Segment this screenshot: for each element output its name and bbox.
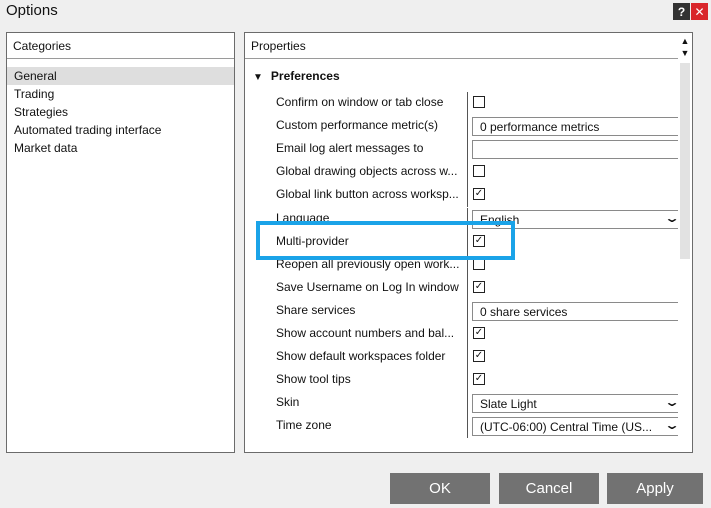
property-row[interactable]: Global link button across worksp... ✓ (245, 184, 678, 208)
property-row[interactable]: Show default workspaces folder ✓ (245, 346, 678, 370)
property-row[interactable]: Reopen all previously open work... (245, 253, 678, 277)
section-label: Preferences (270, 69, 340, 83)
property-label: Share services (276, 302, 356, 317)
property-checkbox[interactable] (473, 96, 485, 108)
property-label: Email log alert messages to (276, 141, 424, 156)
property-checkbox[interactable]: ✓ (473, 188, 485, 201)
property-label: Language (276, 210, 330, 225)
property-label: Global link button across worksp... (276, 187, 459, 202)
title-bar: Options ? ✕ (0, 0, 711, 23)
section-preferences[interactable]: ▼ Preferences (253, 69, 340, 83)
column-divider[interactable] (467, 138, 468, 162)
cancel-button[interactable]: Cancel (499, 473, 599, 504)
property-row[interactable]: Skin Slate Light ⌄ (245, 392, 678, 416)
column-divider[interactable] (467, 346, 468, 370)
property-checkbox[interactable]: ✓ (473, 280, 485, 293)
property-row[interactable]: Custom performance metric(s) 0 performanc… (245, 115, 678, 139)
column-divider[interactable] (467, 207, 468, 231)
categories-list: General Trading Strategies Automated tra… (7, 67, 234, 157)
column-divider[interactable] (467, 92, 468, 115)
property-label: Multi-provider (276, 233, 349, 248)
property-label: Reopen all previously open work... (276, 256, 460, 271)
property-label: Custom performance metric(s) (276, 118, 439, 133)
property-select[interactable]: (UTC-06:00) Central Time (US... ⌄ (472, 417, 678, 437)
close-button[interactable]: ✕ (691, 3, 708, 20)
category-general[interactable]: General (7, 67, 234, 85)
scroll-thumb[interactable] (680, 63, 690, 259)
triangle-down-icon[interactable]: ▼ (253, 72, 263, 83)
column-divider[interactable] (467, 276, 468, 300)
column-divider[interactable] (467, 253, 468, 277)
property-label: Show default workspaces folder (276, 349, 446, 364)
scroll-down-icon[interactable]: ▼ (678, 47, 692, 59)
chevron-down-icon[interactable]: ⌄ (664, 211, 678, 225)
property-checkbox[interactable]: ✓ (473, 373, 485, 386)
property-row[interactable]: Confirm on window or tab close (245, 92, 678, 115)
property-row[interactable]: Show account numbers and bal... ✓ (245, 323, 678, 346)
vertical-scrollbar[interactable]: ▲ ▼ (678, 33, 692, 452)
property-label: Confirm on window or tab close (276, 95, 444, 109)
apply-button[interactable]: Apply (607, 473, 703, 504)
property-text-field[interactable] (472, 140, 678, 160)
column-divider[interactable] (467, 415, 468, 439)
property-row[interactable]: Show tool tips ✓ (245, 369, 678, 393)
property-checkbox[interactable]: ✓ (473, 234, 485, 247)
category-strategies[interactable]: Strategies (7, 103, 234, 121)
help-button[interactable]: ? (673, 3, 690, 20)
properties-grid: ▼ Preferences Confirm on window or tab cl… (245, 62, 678, 452)
select-value: (UTC-06:00) Central Time (US... (480, 420, 653, 435)
categories-panel: Categories General Trading Strategies Au… (6, 32, 235, 453)
chevron-down-icon[interactable]: ⌄ (664, 395, 678, 409)
property-text-field[interactable]: 0 performance metrics (472, 117, 678, 137)
property-label: Show tool tips (276, 372, 351, 387)
column-divider[interactable] (467, 115, 468, 139)
property-checkbox[interactable] (473, 165, 485, 178)
select-value: Slate Light (480, 397, 537, 412)
ok-button[interactable]: OK (390, 473, 490, 504)
property-row[interactable]: Share services 0 share services (245, 299, 678, 323)
window-title: Options (6, 2, 58, 19)
property-text-field[interactable]: 0 share services (472, 301, 678, 321)
property-checkbox[interactable]: ✓ (473, 350, 485, 363)
property-label: Global drawing objects across w... (276, 164, 458, 179)
column-divider[interactable] (467, 392, 468, 416)
property-row[interactable]: Time zone (UTC-06:00) Central Time (US...… (245, 415, 678, 439)
property-select[interactable]: English ⌄ (472, 209, 678, 229)
column-divider[interactable] (467, 323, 468, 346)
property-checkbox[interactable]: ✓ (473, 327, 485, 339)
property-label: Skin (276, 395, 300, 410)
property-row[interactable]: Email log alert messages to (245, 138, 678, 162)
property-label: Time zone (276, 418, 332, 433)
column-divider[interactable] (467, 230, 468, 254)
property-label: Show account numbers and bal... (276, 326, 455, 340)
category-market-data[interactable]: Market data (7, 139, 234, 157)
scroll-up-icon[interactable]: ▲ (678, 35, 692, 47)
select-value: English (480, 212, 520, 227)
category-trading[interactable]: Trading (7, 85, 234, 103)
property-row[interactable]: Global drawing objects across w... (245, 161, 678, 185)
column-divider[interactable] (467, 369, 468, 393)
column-divider[interactable] (467, 184, 468, 208)
column-divider[interactable] (467, 299, 468, 323)
property-select[interactable]: Slate Light ⌄ (472, 394, 678, 414)
property-row[interactable]: Multi-provider ✓ (245, 230, 678, 254)
property-checkbox[interactable] (473, 257, 485, 270)
categories-header: Categories (7, 33, 234, 59)
property-row[interactable]: Save Username on Log In window ✓ (245, 276, 678, 300)
column-divider[interactable] (467, 161, 468, 185)
properties-header: Properties (245, 33, 692, 59)
properties-panel: Properties ▼ Preferences Confirm on windo… (244, 32, 693, 453)
property-label: Save Username on Log In window (276, 279, 459, 294)
category-automated-trading[interactable]: Automated trading interface (7, 121, 234, 139)
property-row[interactable]: Language English ⌄ (245, 207, 678, 231)
chevron-down-icon[interactable]: ⌄ (664, 418, 678, 432)
